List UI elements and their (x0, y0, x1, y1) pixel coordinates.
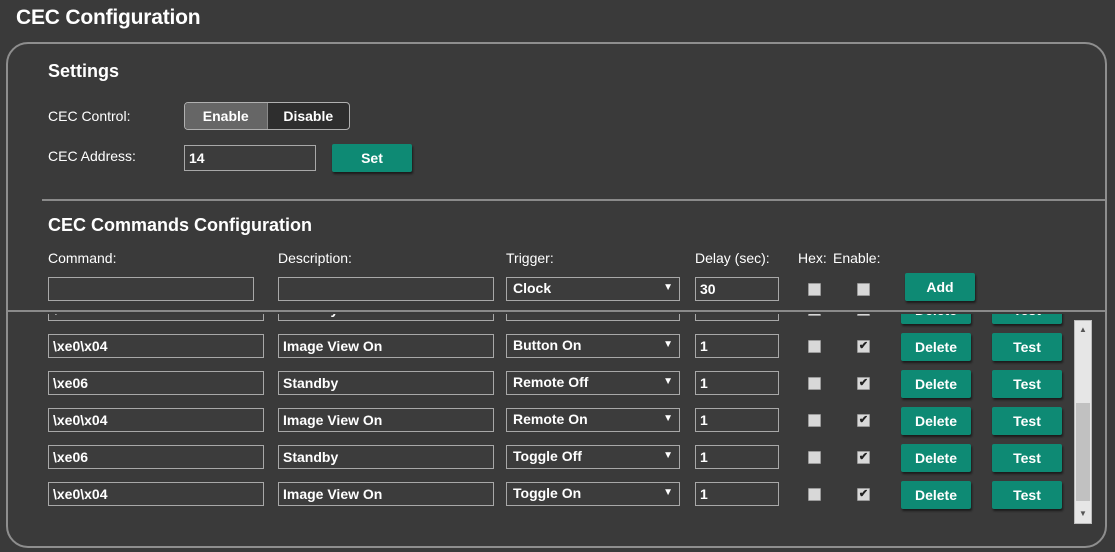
cec-config-panel: Settings CEC Control: Enable Disable CEC… (6, 42, 1107, 548)
trigger-select[interactable]: Remote On ▼ (506, 408, 680, 432)
delay-input[interactable] (695, 371, 779, 395)
enable-checkbox[interactable]: ✔ (857, 488, 870, 501)
test-button[interactable]: Test (992, 481, 1062, 509)
cec-address-label: CEC Address: (48, 148, 136, 164)
description-input[interactable] (278, 445, 494, 469)
chevron-down-icon: ▼ (663, 413, 673, 424)
description-input[interactable] (278, 314, 494, 321)
command-row: Toggle Off ▼ ✔ Delete Test (8, 439, 1068, 475)
command-input[interactable] (48, 371, 264, 395)
new-trigger-select[interactable]: Clock ▼ (506, 277, 680, 301)
description-input[interactable] (278, 371, 494, 395)
new-hex-checkbox[interactable] (808, 283, 821, 296)
scroll-thumb[interactable] (1076, 403, 1090, 501)
cec-control-label: CEC Control: (48, 108, 131, 124)
commands-scrollbar[interactable]: ▲ ▼ (1074, 320, 1092, 524)
new-delay-input[interactable] (695, 277, 779, 301)
command-row: Remote On ▼ ✔ Delete Test (8, 402, 1068, 438)
new-command-input[interactable] (48, 277, 254, 301)
enable-checkbox[interactable]: ✔ (857, 340, 870, 353)
hex-checkbox[interactable] (808, 488, 821, 501)
enable-checkbox[interactable]: ✔ (857, 414, 870, 427)
section-divider (42, 199, 1105, 201)
list-top-divider (8, 310, 1105, 312)
settings-title: Settings (48, 61, 120, 81)
scroll-down-icon[interactable]: ▼ (1075, 506, 1091, 522)
delay-input[interactable] (695, 314, 779, 321)
enable-checkbox[interactable]: ✔ (857, 377, 870, 390)
test-button[interactable]: Test (992, 444, 1062, 472)
test-button[interactable]: Test (992, 314, 1062, 324)
command-row: Button Off▼ ✔ Delete Test (8, 314, 1068, 327)
command-header: Command: (48, 250, 117, 266)
command-input[interactable] (48, 334, 264, 358)
new-trigger-value: Clock (513, 280, 552, 296)
commands-list: Button Off▼✔DeleteTestButton On▼✔DeleteT… (8, 314, 1068, 544)
hex-checkbox[interactable] (808, 340, 821, 353)
command-input[interactable] (48, 445, 264, 469)
command-input[interactable] (48, 482, 264, 506)
trigger-header: Trigger: (506, 250, 554, 266)
delete-button[interactable]: Delete (901, 444, 971, 472)
trigger-value: Button On (513, 337, 582, 353)
commands-title: CEC Commands Configuration (48, 215, 312, 235)
new-description-input[interactable] (278, 277, 494, 301)
hex-header: Hex: (798, 250, 827, 266)
trigger-value: Remote Off (513, 374, 589, 390)
trigger-value: Button Off (513, 314, 582, 316)
chevron-down-icon: ▼ (663, 487, 673, 498)
delete-button[interactable]: Delete (901, 333, 971, 361)
delay-input[interactable] (695, 445, 779, 469)
delete-button[interactable]: Delete (901, 407, 971, 435)
delay-input[interactable] (695, 482, 779, 506)
enable-checkbox[interactable]: ✔ (857, 314, 870, 316)
cec-address-input[interactable] (184, 145, 316, 171)
trigger-select[interactable]: Button Off▼ (506, 314, 680, 321)
test-button[interactable]: Test (992, 333, 1062, 361)
set-button[interactable]: Set (332, 144, 412, 172)
trigger-value: Remote On (513, 411, 588, 427)
delay-input[interactable] (695, 334, 779, 358)
trigger-select[interactable]: Remote Off ▼ (506, 371, 680, 395)
description-input[interactable] (278, 334, 494, 358)
chevron-down-icon: ▼ (663, 450, 673, 461)
test-button[interactable]: Test (992, 370, 1062, 398)
trigger-select[interactable]: Toggle Off ▼ (506, 445, 680, 469)
hex-checkbox[interactable] (808, 451, 821, 464)
delete-button[interactable]: Delete (901, 481, 971, 509)
delete-button[interactable]: Delete (901, 370, 971, 398)
description-input[interactable] (278, 482, 494, 506)
hex-checkbox[interactable] (808, 377, 821, 390)
delete-button[interactable]: Delete (901, 314, 971, 324)
chevron-down-icon: ▼ (663, 376, 673, 387)
enable-checkbox[interactable]: ✔ (857, 451, 870, 464)
command-row: Toggle On ▼ ✔ Delete Test (8, 476, 1068, 512)
test-button[interactable]: Test (992, 407, 1062, 435)
trigger-select[interactable]: Toggle On ▼ (506, 482, 680, 506)
disable-button[interactable]: Disable (268, 103, 350, 129)
command-input[interactable] (48, 314, 264, 321)
hex-checkbox[interactable] (808, 414, 821, 427)
description-header: Description: (278, 250, 352, 266)
command-row: Button On ▼ ✔ Delete Test (8, 328, 1068, 364)
chevron-down-icon: ▼ (663, 282, 673, 293)
chevron-down-icon: ▼ (663, 339, 673, 350)
enable-header: Enable: (833, 250, 881, 266)
hex-checkbox[interactable] (808, 314, 821, 316)
trigger-value: Toggle On (513, 485, 582, 501)
page-title: CEC Configuration (16, 6, 201, 29)
trigger-select[interactable]: Button On ▼ (506, 334, 680, 358)
new-enable-checkbox[interactable] (857, 283, 870, 296)
command-row: Remote Off ▼ ✔ Delete Test (8, 365, 1068, 401)
delay-input[interactable] (695, 408, 779, 432)
add-button[interactable]: Add (905, 273, 975, 301)
command-input[interactable] (48, 408, 264, 432)
cec-control-toggle: Enable Disable (184, 102, 350, 130)
enable-button[interactable]: Enable (185, 103, 268, 129)
description-input[interactable] (278, 408, 494, 432)
scroll-up-icon[interactable]: ▲ (1075, 322, 1091, 338)
delay-header: Delay (sec): (695, 250, 770, 266)
trigger-value: Toggle Off (513, 448, 582, 464)
